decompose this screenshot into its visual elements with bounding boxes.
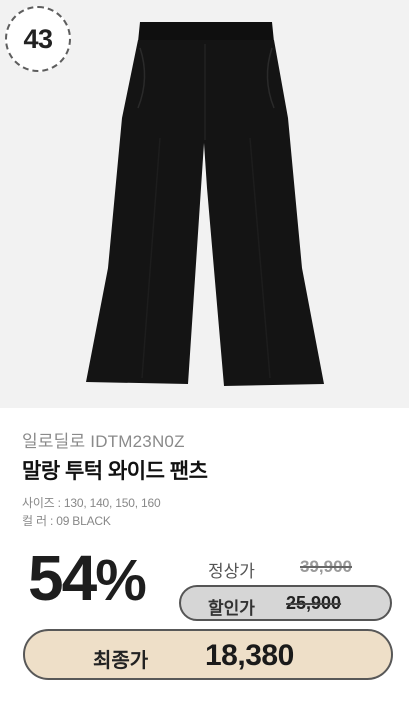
product-photo-area[interactable]: 43: [0, 0, 409, 408]
sale-price-label: 할인가: [208, 599, 255, 618]
regular-price-row: 정상가 39,900: [178, 553, 393, 583]
sale-price-pill: 할인가 25,900: [179, 585, 392, 621]
product-title[interactable]: 말랑 투턱 와이드 팬츠: [22, 455, 208, 485]
final-price-label: 최종가: [93, 650, 149, 672]
final-price: 18,380: [205, 639, 294, 672]
brand-model: 일로딜로 IDTM23N0Z: [22, 432, 185, 451]
rank-number: 43: [23, 23, 53, 54]
regular-price-label: 정상가: [208, 562, 255, 581]
product-card[interactable]: 43 일로딜로 IDTM23N0Z 말랑 투턱 와이드 팬츠 사이즈 : 130…: [0, 0, 409, 714]
discount-percent-sign: %: [95, 548, 147, 613]
color-info: 컬 러 : 09 BLACK: [22, 514, 111, 528]
discount-rate: 54%: [28, 546, 147, 613]
size-info: 사이즈 : 130, 140, 150, 160: [22, 496, 161, 510]
black-wide-pants-image[interactable]: [80, 18, 330, 388]
sale-price: 25,900: [286, 593, 342, 613]
discount-number: 54: [28, 542, 97, 614]
final-price-pill: 최종가 18,380: [23, 629, 393, 680]
rank-badge: 43: [5, 6, 71, 72]
regular-price: 39,900: [300, 557, 352, 576]
